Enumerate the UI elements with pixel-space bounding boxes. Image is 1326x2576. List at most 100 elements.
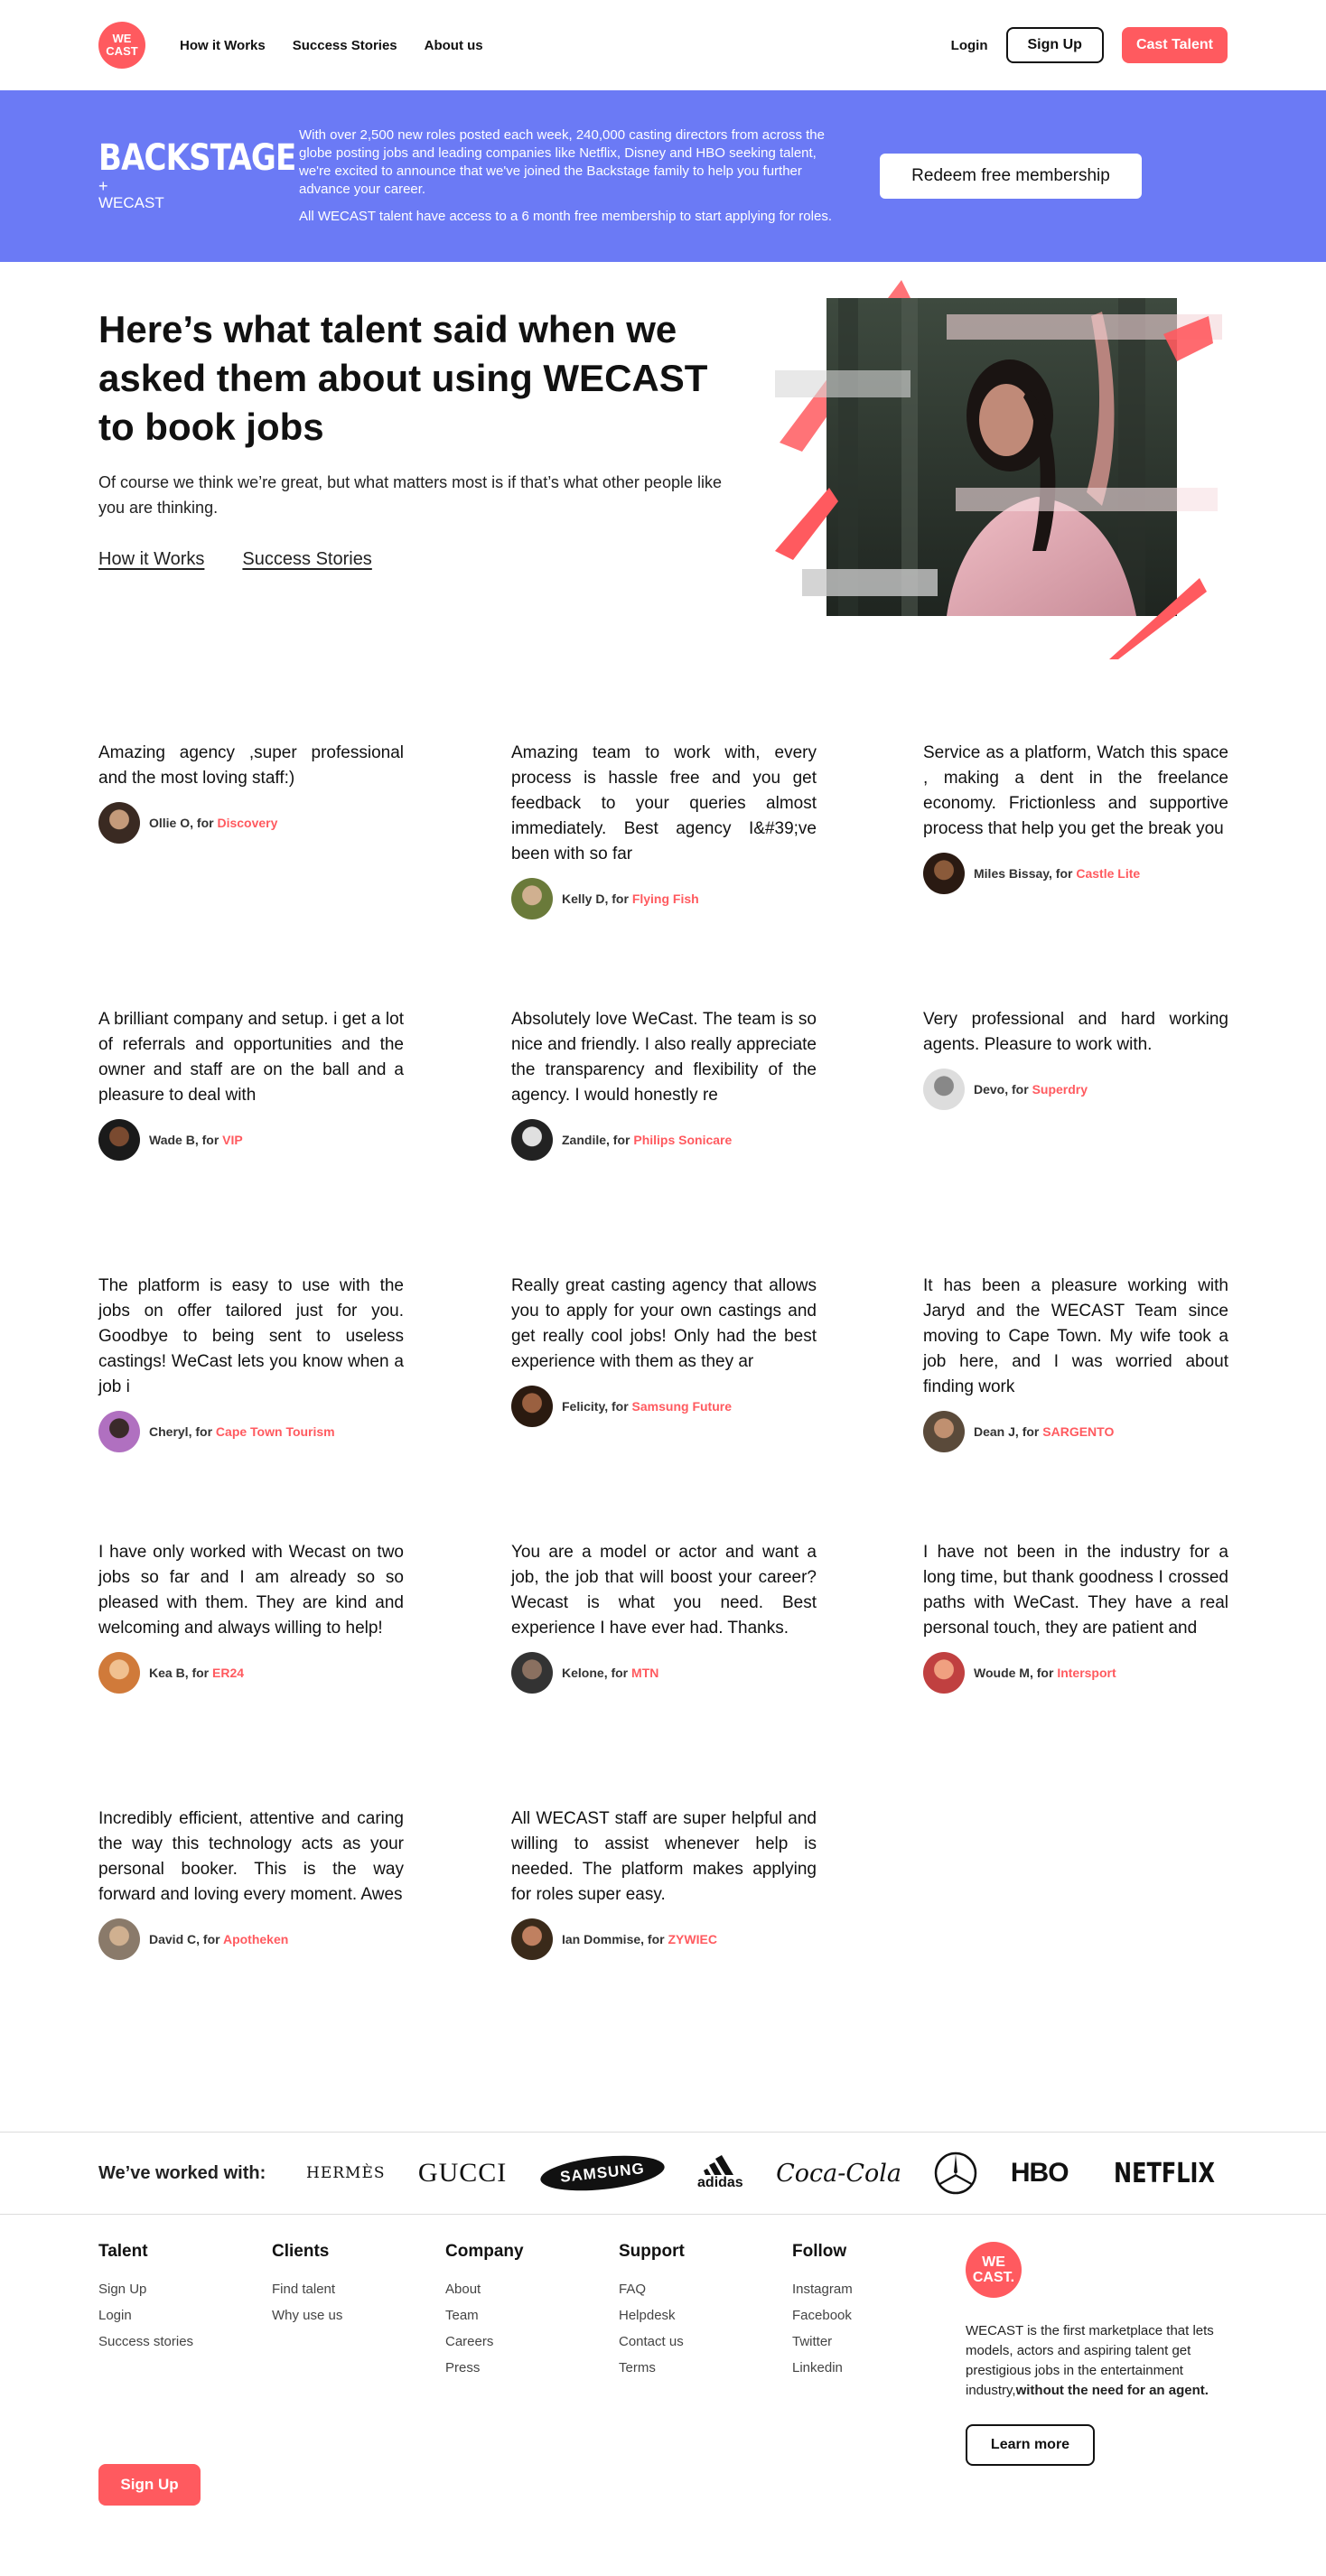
testimonial-card: Absolutely love WeCast. The team is so n… [511, 1007, 817, 1161]
backstage-logo-word: BACKSTAGE [98, 137, 296, 179]
footer-link-faq[interactable]: FAQ [619, 2276, 685, 2302]
samsung-logo: SAMSUNG [538, 2150, 667, 2197]
footer-col-title: Support [619, 2242, 685, 2261]
avatar [923, 853, 965, 894]
banner-text: With over 2,500 new roles posted each we… [299, 126, 850, 226]
author-name: Miles Bissay [974, 866, 1050, 881]
redeem-membership-button[interactable]: Redeem free membership [880, 154, 1142, 199]
footer-link-press[interactable]: Press [445, 2355, 524, 2381]
hermes-logo: HERMÈS [306, 2164, 386, 2182]
footer-link-success-stories[interactable]: Success stories [98, 2329, 193, 2355]
avatar [98, 1918, 140, 1960]
testimonial-author: Woude M, for Intersport [923, 1652, 1228, 1694]
testimonial-card: Very professional and hard working agent… [923, 1007, 1228, 1110]
client-name: Castle Lite [1076, 866, 1141, 881]
testimonial-quote: All WECAST staff are super helpful and w… [511, 1809, 817, 1904]
avatar [923, 1652, 965, 1694]
author-line: Cheryl, for Cape Town Tourism [149, 1424, 335, 1439]
gucci-logo: GUCCI [417, 2158, 508, 2188]
author-for-word: for [195, 1424, 213, 1439]
footer-link-why-use-us[interactable]: Why use us [272, 2302, 342, 2329]
testimonial-card: I have only worked with Wecast on two jo… [98, 1540, 404, 1694]
login-link[interactable]: Login [951, 38, 988, 53]
footer-col-title: Clients [272, 2242, 330, 2261]
client-name: Cape Town Tourism [215, 1424, 335, 1439]
testimonial-quote: It has been a pleasure working with Jary… [923, 1276, 1228, 1396]
backstage-logo-sub: WECAST [98, 194, 164, 211]
glitch-bar [802, 569, 938, 596]
testimonial-author: Kelly D, for Flying Fish [511, 878, 817, 919]
footer-col-title: Follow [792, 2242, 847, 2261]
adidas-logo: adidas [697, 2155, 743, 2191]
author-line: Felicity, for Samsung Future [562, 1399, 733, 1414]
partner-logos: HERMÈS GUCCI SAMSUNG adidas Coca-Cola HB… [297, 2150, 1228, 2197]
author-name: Dean J [974, 1424, 1015, 1439]
footer-link-helpdesk[interactable]: Helpdesk [619, 2302, 685, 2329]
testimonial-author: Kea B, for ER24 [98, 1652, 404, 1694]
author-for-word: for [611, 1666, 629, 1680]
banner-text-2: All WECAST talent have access to a 6 mon… [299, 209, 832, 224]
footer-description: WECAST is the first marketplace that let… [966, 2321, 1228, 2401]
client-name: ZYWIEC [668, 1932, 717, 1946]
author-name: Ollie O [149, 816, 191, 830]
testimonial-author: Kelone, for MTN [511, 1652, 817, 1694]
client-name: Discovery [217, 816, 278, 830]
footer-link-find-talent[interactable]: Find talent [272, 2276, 342, 2302]
nav-how-it-works[interactable]: How it Works [180, 38, 266, 53]
testimonial-author: Zandile, for Philips Sonicare [511, 1119, 817, 1161]
author-name: Cheryl [149, 1424, 189, 1439]
author-name: Kelly D [562, 891, 605, 906]
footer-link-careers[interactable]: Careers [445, 2329, 524, 2355]
client-name: ER24 [212, 1666, 245, 1680]
hero-links: How it Works Success Stories [98, 549, 372, 570]
footer-link-about[interactable]: About [445, 2276, 524, 2302]
hero-lead: Of course we think we’re great, but what… [98, 473, 722, 517]
author-line: Wade B, for VIP [149, 1133, 243, 1147]
author-name: Ian Dommise [562, 1932, 641, 1946]
nav-about-us[interactable]: About us [425, 38, 483, 53]
testimonial-card: Amazing team to work with, every process… [511, 741, 817, 919]
footer-link-contact-us[interactable]: Contact us [619, 2329, 685, 2355]
cast-talent-button[interactable]: Cast Talent [1121, 27, 1228, 63]
hero-link-how-it-works[interactable]: How it Works [98, 549, 204, 570]
client-name: VIP [222, 1133, 243, 1147]
hero-link-success-stories[interactable]: Success Stories [242, 549, 371, 570]
backstage-banner: BACKSTAGE + WECAST With over 2,500 new r… [0, 90, 1326, 262]
glitch-bar [956, 488, 1218, 511]
footer-col-talent: Talent Sign Up Login Success stories [98, 2242, 193, 2355]
author-line: Kea B, for ER24 [149, 1666, 245, 1680]
footer-link-facebook[interactable]: Facebook [792, 2302, 853, 2329]
footer-col-follow: Follow Instagram Facebook Twitter Linked… [792, 2242, 853, 2381]
testimonial-quote: Amazing agency ,super professional and t… [98, 743, 404, 788]
footer-link-sign-up[interactable]: Sign Up [98, 2276, 193, 2302]
client-name: Intersport [1057, 1666, 1116, 1680]
footer-link-team[interactable]: Team [445, 2302, 524, 2329]
client-name: MTN [631, 1666, 659, 1680]
author-line: Woude M, for Intersport [974, 1666, 1116, 1680]
nav-success-stories[interactable]: Success Stories [293, 38, 397, 53]
client-name: Philips Sonicare [633, 1133, 733, 1147]
footer-link-instagram[interactable]: Instagram [792, 2276, 853, 2302]
author-for-word: for [1022, 1424, 1040, 1439]
partners-strip: We’ve worked with: HERMÈS GUCCI SAMSUNG … [0, 2132, 1326, 2215]
mercedes-logo [934, 2151, 977, 2195]
wecast-logo[interactable]: WE CAST [98, 22, 145, 69]
footer-col-clients: Clients Find talent Why use us [272, 2242, 342, 2329]
footer-signup-button[interactable]: Sign Up [98, 2464, 201, 2506]
learn-more-button[interactable]: Learn more [966, 2424, 1095, 2466]
footer-link-terms[interactable]: Terms [619, 2355, 685, 2381]
testimonial-author: Felicity, for Samsung Future [511, 1386, 817, 1427]
avatar [98, 1119, 140, 1161]
footer-link-linkedin[interactable]: Linkedin [792, 2355, 853, 2381]
footer-logo[interactable]: WE CAST. [966, 2242, 1022, 2298]
author-line: Kelly D, for Flying Fish [562, 891, 699, 906]
banner-text-1: With over 2,500 new roles posted each we… [299, 127, 825, 197]
footer-link-twitter[interactable]: Twitter [792, 2329, 853, 2355]
testimonial-author: Dean J, for SARGENTO [923, 1411, 1228, 1452]
footer-link-login[interactable]: Login [98, 2302, 193, 2329]
client-name: Superdry [1032, 1082, 1088, 1097]
testimonial-author: Ian Dommise, for ZYWIEC [511, 1918, 817, 1960]
testimonial-quote: Really great casting agency that allows … [511, 1276, 817, 1371]
signup-button[interactable]: Sign Up [1005, 27, 1104, 63]
testimonial-quote: A brilliant company and setup. i get a l… [98, 1010, 404, 1105]
